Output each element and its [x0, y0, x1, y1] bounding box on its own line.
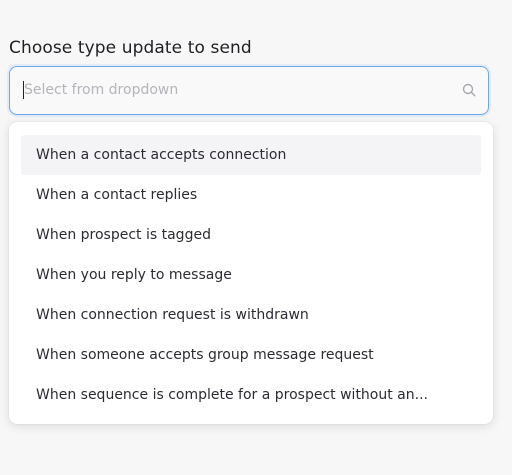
- dropdown-option-prospect-tagged[interactable]: When prospect is tagged: [21, 215, 481, 255]
- search-box[interactable]: [9, 66, 489, 115]
- dropdown-option-group-message-accepted[interactable]: When someone accepts group message reque…: [21, 335, 481, 375]
- dropdown-option-contact-replies[interactable]: When a contact replies: [21, 175, 481, 215]
- dropdown-menu: When a contact accepts connection When a…: [9, 122, 493, 424]
- dropdown-option-request-withdrawn[interactable]: When connection request is withdrawn: [21, 295, 481, 335]
- dropdown-option-sequence-complete[interactable]: When sequence is complete for a prospect…: [21, 375, 481, 415]
- dropdown-option-contact-accepts-connection[interactable]: When a contact accepts connection: [21, 135, 481, 175]
- field-label: Choose type update to send: [9, 38, 252, 58]
- dropdown-option-you-reply[interactable]: When you reply to message: [21, 255, 481, 295]
- search-input[interactable]: [24, 67, 444, 113]
- search-icon: [462, 83, 476, 97]
